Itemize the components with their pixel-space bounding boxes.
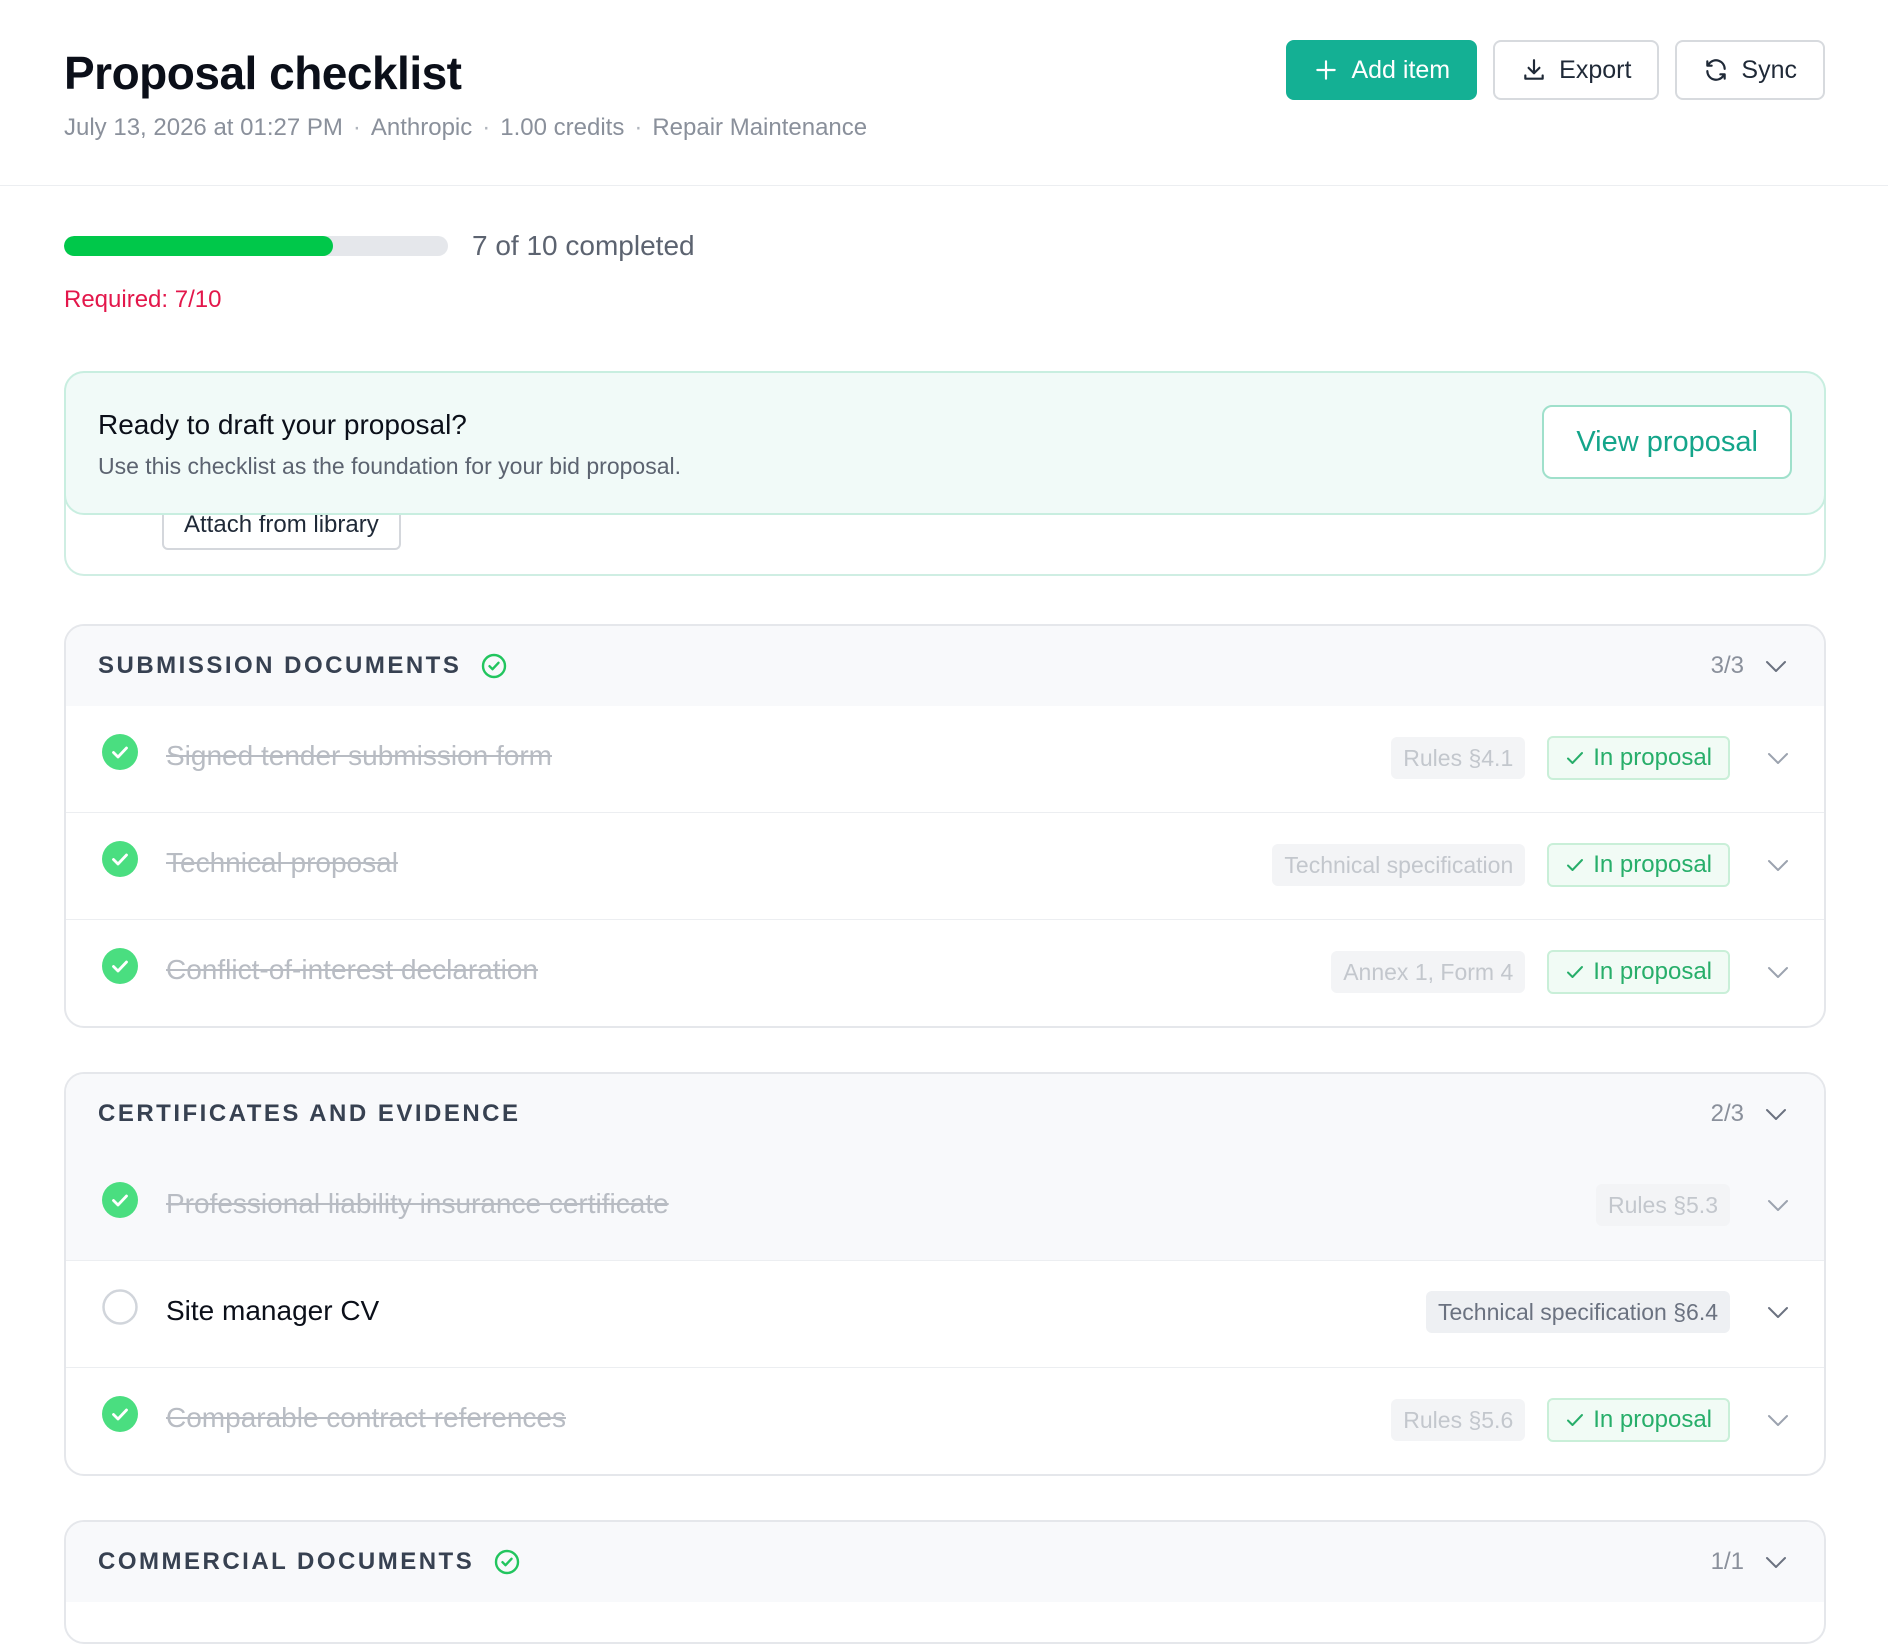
item-meta: Rules §5.6 In proposal — [1391, 1398, 1790, 1442]
proposal-banner: Ready to draft your proposal? Use this c… — [64, 371, 1826, 515]
item-label: Comparable contract references — [166, 1402, 566, 1433]
in-proposal-label: In proposal — [1593, 744, 1712, 771]
item-label: Technical proposal — [166, 847, 398, 878]
check-circle-icon[interactable] — [102, 948, 138, 984]
plus-icon — [1316, 60, 1337, 80]
chevron-down-icon[interactable] — [1764, 654, 1788, 678]
chevron-down-icon[interactable] — [1764, 1550, 1788, 1574]
page-meta: July 13, 2026 at 01:27 PM · Anthropic · 1.00… — [64, 114, 867, 142]
progress-label: 7 of 10 completed — [472, 230, 695, 261]
meta-separator: · — [482, 114, 491, 141]
view-proposal-button[interactable]: View proposal — [1542, 405, 1792, 479]
section-title: COMMERCIAL DOCUMENTS — [98, 1548, 475, 1575]
chevron-down-icon[interactable] — [1766, 853, 1790, 877]
download-icon — [1524, 59, 1544, 80]
reference-tag: Rules §4.1 — [1391, 737, 1526, 779]
item-meta: Rules §5.3 — [1596, 1184, 1790, 1226]
item-label: Conflict-of-interest declaration — [166, 954, 538, 985]
checklist-row: Conflict-of-interest declaration Annex 1… — [66, 919, 1824, 1026]
checklist-row: Professional liability insurance certifi… — [66, 1154, 1824, 1260]
section-certificates-and-evidence: CERTIFICATES AND EVIDENCE 2/3 Profession… — [64, 1072, 1826, 1476]
export-button[interactable]: Export — [1493, 40, 1660, 100]
item-label: Site manager CV — [166, 1295, 380, 1326]
proposal-banner-wrapper: Attach from library Ready to draft your … — [64, 371, 1826, 576]
add-item-button[interactable]: Add item — [1286, 40, 1478, 100]
chevron-down-icon[interactable] — [1766, 746, 1790, 770]
progress-bar — [64, 236, 448, 256]
check-circle-icon[interactable] — [102, 1182, 138, 1218]
chevron-down-icon[interactable] — [1766, 960, 1790, 984]
in-proposal-badge: In proposal — [1547, 736, 1730, 780]
section-submission-documents: SUBMISSION DOCUMENTS 3/3 Signed tender s… — [64, 624, 1826, 1028]
reference-tag: Technical specification §6.4 — [1426, 1291, 1730, 1333]
meta-date: July 13, 2026 at 01:27 PM — [64, 114, 343, 141]
meta-separator: · — [634, 114, 643, 141]
check-circle-icon[interactable] — [102, 1396, 138, 1432]
checklist-row: Comparable contract references Rules §5.… — [66, 1367, 1824, 1474]
chevron-down-icon[interactable] — [1764, 1102, 1788, 1126]
section-title: SUBMISSION DOCUMENTS — [98, 652, 462, 679]
empty-circle-icon[interactable] — [102, 1289, 138, 1325]
item-label: Professional liability insurance certifi… — [166, 1188, 669, 1219]
meta-separator: · — [352, 114, 361, 141]
item-meta: Technical specification In proposal — [1272, 843, 1790, 887]
sync-label: Sync — [1741, 55, 1797, 84]
section-count: 1/1 — [1710, 1548, 1744, 1575]
sync-button[interactable]: Sync — [1675, 40, 1825, 100]
section-header[interactable]: CERTIFICATES AND EVIDENCE 2/3 — [66, 1074, 1824, 1154]
export-label: Export — [1559, 55, 1632, 84]
item-label: Signed tender submission form — [166, 740, 552, 771]
checklist-row: Signed tender submission form Rules §4.1… — [66, 706, 1824, 812]
item-meta: Annex 1, Form 4 In proposal — [1331, 950, 1790, 994]
section-title: CERTIFICATES AND EVIDENCE — [98, 1100, 521, 1127]
check-circle-icon[interactable] — [102, 841, 138, 877]
section-count: 2/3 — [1710, 1100, 1744, 1127]
reference-tag: Rules §5.6 — [1391, 1399, 1526, 1441]
sync-icon — [1706, 59, 1727, 81]
reference-tag: Rules §5.3 — [1596, 1184, 1730, 1226]
check-circle-icon — [495, 1549, 520, 1575]
checkmark-icon — [1567, 966, 1584, 978]
checkmark-icon — [1567, 752, 1584, 764]
header-actions: Add item Export Sync — [1286, 40, 1825, 100]
add-item-label: Add item — [1351, 55, 1451, 84]
check-circle-icon[interactable] — [102, 734, 138, 770]
in-proposal-badge: In proposal — [1547, 1398, 1730, 1442]
in-proposal-badge: In proposal — [1547, 950, 1730, 994]
chevron-down-icon[interactable] — [1766, 1193, 1790, 1217]
check-circle-icon — [482, 653, 507, 679]
chevron-down-icon[interactable] — [1766, 1408, 1790, 1432]
meta-credits: 1.00 credits — [500, 114, 625, 141]
checklist-row: Site manager CV Technical specification … — [66, 1260, 1824, 1367]
in-proposal-badge: In proposal — [1547, 843, 1730, 887]
section-commercial-documents: COMMERCIAL DOCUMENTS 1/1 — [64, 1520, 1826, 1644]
meta-organization: Anthropic — [370, 114, 473, 141]
checkmark-icon — [1567, 1414, 1584, 1426]
page-header: Proposal checklist July 13, 2026 at 01:2… — [0, 0, 1888, 186]
section-header[interactable]: SUBMISSION DOCUMENTS 3/3 — [66, 626, 1824, 706]
item-meta: Technical specification §6.4 — [1426, 1291, 1790, 1333]
chevron-down-icon[interactable] — [1766, 1300, 1790, 1324]
required-count: Required: 7/10 — [64, 286, 222, 313]
banner-subtitle: Use this checklist as the foundation for… — [98, 453, 681, 479]
section-count: 3/3 — [1710, 652, 1744, 679]
item-meta: Rules §4.1 In proposal — [1391, 736, 1790, 780]
in-proposal-label: In proposal — [1593, 1406, 1712, 1433]
progress-fill — [64, 236, 333, 256]
section-header[interactable]: COMMERCIAL DOCUMENTS 1/1 — [66, 1522, 1824, 1602]
meta-category: Repair Maintenance — [652, 114, 868, 141]
in-proposal-label: In proposal — [1593, 958, 1712, 985]
checklist-row: Technical proposal Technical specificati… — [66, 812, 1824, 919]
checkmark-icon — [1567, 859, 1584, 871]
page-title: Proposal checklist — [64, 47, 462, 99]
reference-tag: Technical specification — [1272, 844, 1526, 886]
in-proposal-label: In proposal — [1593, 851, 1712, 878]
banner-title: Ready to draft your proposal? — [98, 409, 467, 440]
reference-tag: Annex 1, Form 4 — [1331, 951, 1526, 993]
